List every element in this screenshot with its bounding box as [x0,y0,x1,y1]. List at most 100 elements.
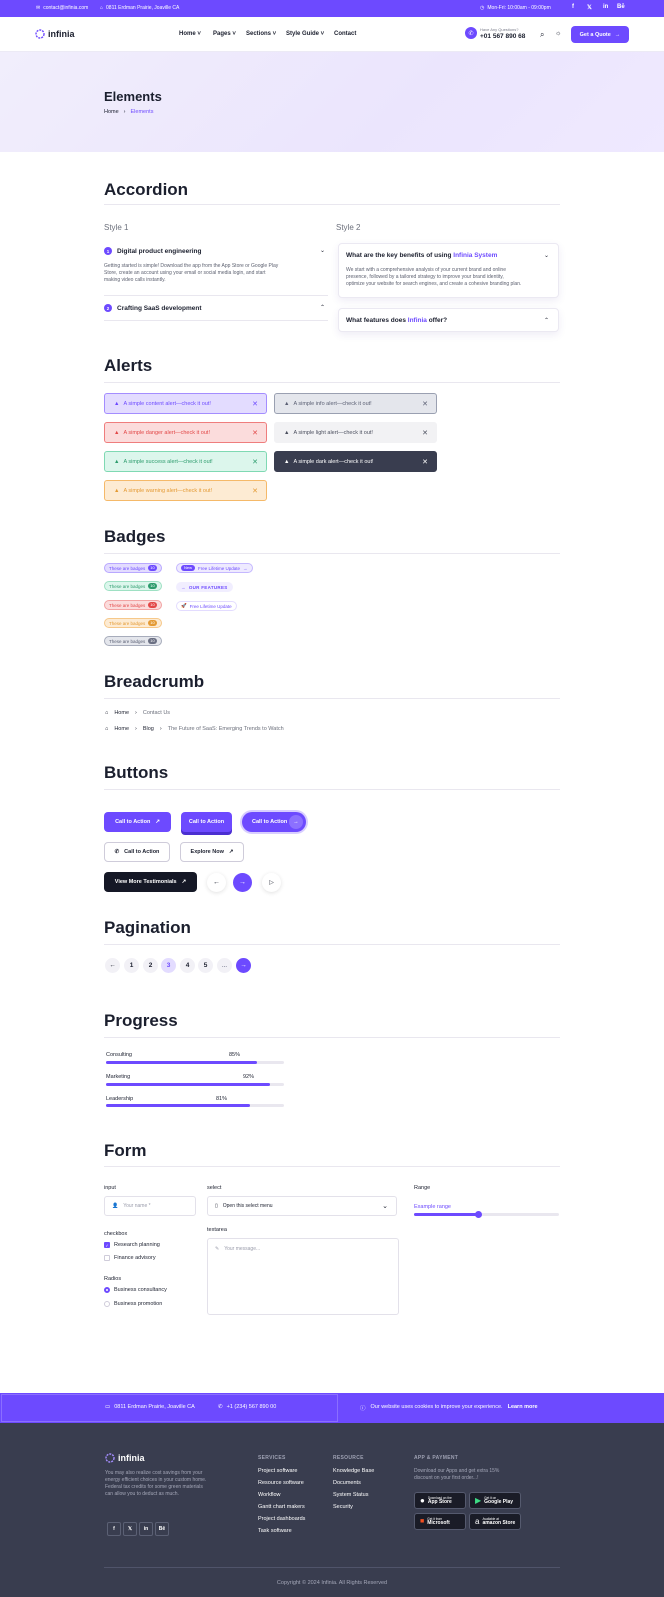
top-address: ⌂ 0811 Erdman Prairie, Joaville CA [100,5,179,11]
close-icon[interactable]: ✕ [422,458,428,466]
about-line: You may also realize cost savings from y… [105,1470,203,1476]
close-icon[interactable]: ✕ [422,429,428,437]
chevron-down-icon[interactable]: ⌄ [320,247,325,254]
nav-contact[interactable]: Contact [334,31,356,37]
nav-pages[interactable]: Pages ˅ [213,31,236,37]
facebook-icon[interactable]: f [572,4,574,10]
close-icon[interactable]: ✕ [252,429,258,437]
footer-link[interactable]: Gantt chart makers [258,1504,305,1510]
breadcrumb-current: Contact Us [142,710,171,716]
body-line: presence, followed by a tailored strateg… [346,274,504,280]
arrow-right-icon: → [239,879,246,886]
accordion-item-2-header[interactable]: 2 Crafting SaaS development [104,304,202,312]
breadcrumb-blog[interactable]: Blog [143,726,154,732]
cta-button-3[interactable]: Call to Action → [242,812,306,832]
footer-link[interactable]: Resource software [258,1480,304,1486]
checkbox-research[interactable]: ✓ Research planning [104,1242,160,1248]
call-button[interactable]: ✆ Call to Action [104,842,170,862]
google-play-button[interactable]: ▶ Get it on Google Play [469,1492,521,1509]
header-phone[interactable]: +01 567 890 68 [480,33,525,40]
phone-icon: ✆ [465,27,477,39]
bar-phone[interactable]: ✆ +1 (234) 567 890 00 [218,1404,276,1410]
breadcrumb-home[interactable]: Home [104,109,119,115]
card-1-title[interactable]: What are the key benefits of using Infin… [346,252,497,259]
accordion-card-2[interactable]: What features does Infinia offer? ⌃ [338,308,559,332]
linkedin-icon[interactable]: in [139,1522,153,1536]
range-slider[interactable] [414,1211,559,1218]
breadcrumb-home[interactable]: Home [114,710,129,716]
page-3-active[interactable]: 3 [161,958,176,973]
logo[interactable]: infinia [35,29,75,39]
close-icon[interactable]: ✕ [252,400,258,408]
alert-success: ▲ A simple success alert—check it out! ✕ [104,451,267,472]
footer-link[interactable]: Task software [258,1528,292,1534]
accordion-item-1-header[interactable]: 1 Digital product engineering [104,247,202,255]
facebook-icon[interactable]: f [107,1522,121,1536]
close-icon[interactable]: ✕ [252,487,258,495]
footer-link[interactable]: System Status [333,1492,368,1498]
arrow-up-right-icon: ↗ [155,819,160,825]
nav-home[interactable]: Home ˅ [179,31,201,37]
nav-style-guide[interactable]: Style Guide ˅ [286,31,324,37]
search-icon[interactable]: ⌕ [540,30,544,40]
warning-icon: ▲ [284,458,290,465]
x-icon[interactable]: 𝕏 [123,1522,137,1536]
page-1[interactable]: 1 [124,958,139,973]
checkbox-finance[interactable]: Finance advisory [104,1255,156,1261]
behance-icon[interactable]: Bē [155,1522,169,1536]
close-icon[interactable]: ✕ [252,458,258,466]
behance-icon[interactable]: Bē [617,4,625,10]
page-next[interactable]: → [236,958,251,973]
app-line: discount on your first order...! [414,1475,479,1481]
badge-update[interactable]: New Free Lifetime Update → [176,563,253,573]
close-icon[interactable]: ✕ [422,400,428,408]
badge-secondary: These are badges 10 [104,636,162,646]
edit-icon: ✎ [215,1246,220,1252]
button-label: Explore Now [190,849,224,855]
chevron-up-icon[interactable]: ⌃ [320,304,325,311]
linkedin-icon[interactable]: in [603,4,608,10]
style2-label: Style 2 [336,223,361,232]
x-icon[interactable]: 𝕏 [587,4,592,11]
footer-link[interactable]: Knowledge Base [333,1468,374,1474]
page-prev[interactable]: ← [105,958,120,973]
play-button[interactable]: ▷ [262,873,281,892]
chevron-down-icon[interactable]: ⌄ [544,252,549,259]
page-ellipsis: ... [217,958,232,973]
footer-about: You may also realize cost savings from y… [105,1470,206,1498]
theme-toggle-icon[interactable]: ☼ [555,30,561,37]
radio-promotion[interactable]: Business promotion [104,1301,162,1307]
message-textarea[interactable]: ✎ Your message... [207,1238,399,1315]
chevron-up-icon: ⌃ [543,318,549,324]
next-arrow-button[interactable]: → [233,873,252,892]
footer-link[interactable]: Project software [258,1468,297,1474]
explore-button[interactable]: Explore Now ↗ [180,842,244,862]
footer-link[interactable]: Workflow [258,1492,281,1498]
amazon-button[interactable]: a Available at amazon Store [469,1513,521,1530]
testimonials-button[interactable]: View More Testimonials ↗ [104,872,197,892]
name-input[interactable]: 👤 Your name * [104,1196,196,1216]
select-menu[interactable]: ▯ Open this select menu ⌄ [207,1196,397,1216]
radio-consultancy[interactable]: Business consultancy [104,1287,167,1293]
app-store-button[interactable]: ● Download on the App Store [414,1492,466,1509]
footer-link[interactable]: Project dashboards [258,1516,305,1522]
nav-sections[interactable]: Sections ˅ [246,31,276,37]
learn-more-link[interactable]: Learn more [508,1404,538,1412]
breadcrumb-home[interactable]: Home [114,726,129,732]
page-2[interactable]: 2 [143,958,158,973]
page-4[interactable]: 4 [180,958,195,973]
footer-link[interactable]: Documents [333,1480,361,1486]
cta-button-1[interactable]: Call to Action ↗ [104,812,171,832]
play-store-icon: ▶ [475,1496,482,1505]
cta-button-2[interactable]: Call to Action [181,812,232,832]
footer-link[interactable]: Security [333,1504,353,1510]
footer-logo[interactable]: infinia [105,1453,145,1463]
chevron-right-icon: › [123,109,126,115]
top-email[interactable]: ✉ contact@infinia.com [36,5,88,11]
radio-dot [104,1301,110,1307]
page-5[interactable]: 5 [198,958,213,973]
get-quote-button[interactable]: Get a Quote → [571,26,629,43]
prev-arrow-button[interactable]: ← [207,873,226,892]
range-thumb[interactable] [474,1211,482,1218]
microsoft-button[interactable]: ■ Get it from Microsoft [414,1513,466,1530]
